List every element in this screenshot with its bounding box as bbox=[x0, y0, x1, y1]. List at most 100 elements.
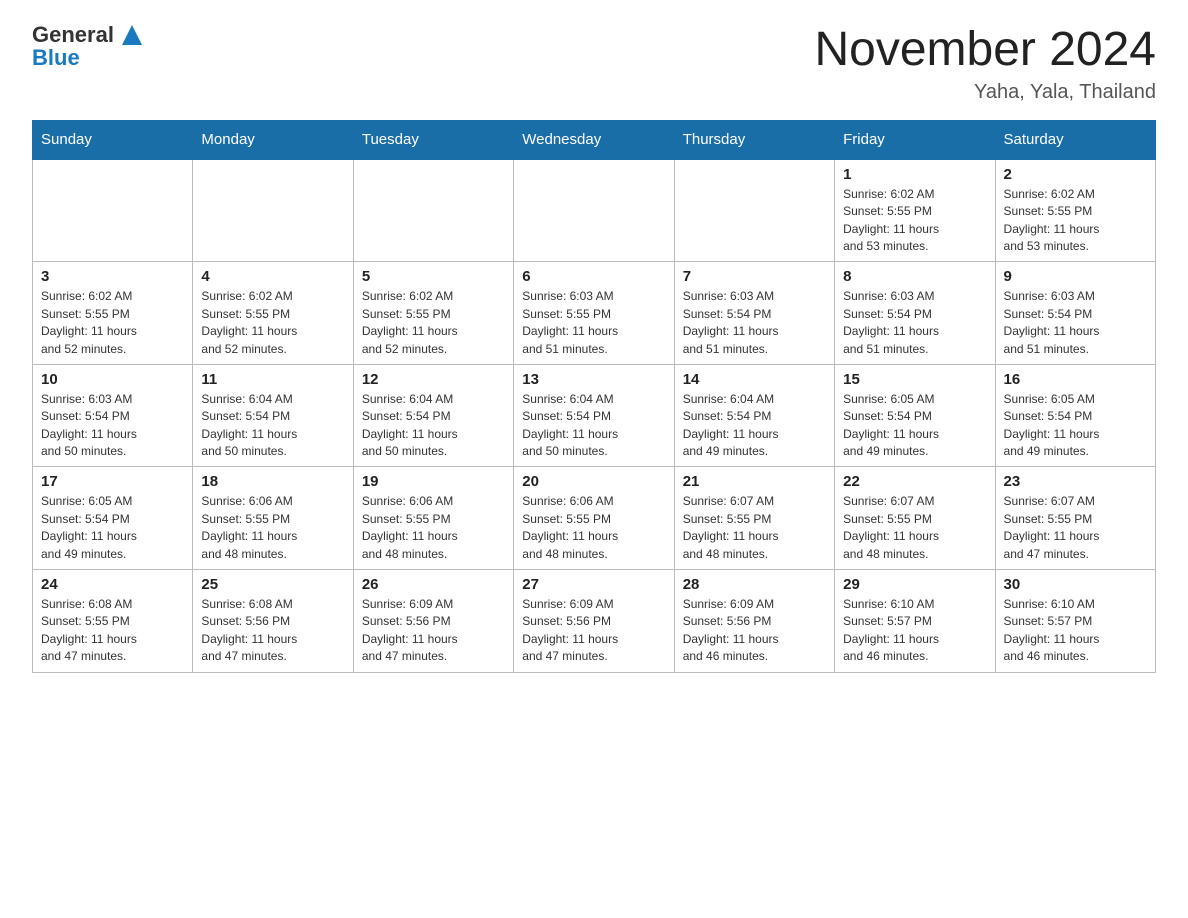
day-number: 26 bbox=[362, 576, 505, 593]
day-info: Sunrise: 6:08 AM Sunset: 5:55 PM Dayligh… bbox=[41, 596, 184, 666]
day-number: 13 bbox=[522, 371, 665, 388]
table-row bbox=[514, 159, 674, 262]
table-row: 16 Sunrise: 6:05 AM Sunset: 5:54 PM Dayli… bbox=[995, 364, 1155, 467]
day-number: 20 bbox=[522, 473, 665, 490]
table-row bbox=[33, 159, 193, 262]
day-number: 1 bbox=[843, 166, 986, 183]
table-row: 27 Sunrise: 6:09 AM Sunset: 5:56 PM Dayli… bbox=[514, 570, 674, 673]
day-info: Sunrise: 6:06 AM Sunset: 5:55 PM Dayligh… bbox=[362, 493, 505, 563]
day-info: Sunrise: 6:04 AM Sunset: 5:54 PM Dayligh… bbox=[362, 391, 505, 461]
day-info: Sunrise: 6:03 AM Sunset: 5:54 PM Dayligh… bbox=[41, 391, 184, 461]
table-row: 25Sunrise: 6:08 AM Sunset: 5:56 PM Dayli… bbox=[193, 570, 353, 673]
day-number: 24 bbox=[41, 576, 184, 593]
day-info: Sunrise: 6:03 AM Sunset: 5:55 PM Dayligh… bbox=[522, 288, 665, 358]
table-row: 22 Sunrise: 6:07 AM Sunset: 5:55 PM Dayli… bbox=[835, 467, 995, 570]
day-info: Sunrise: 6:04 AM Sunset: 5:54 PM Dayligh… bbox=[683, 391, 826, 461]
table-row: 10 Sunrise: 6:03 AM Sunset: 5:54 PM Dayli… bbox=[33, 364, 193, 467]
week-row-5: 24 Sunrise: 6:08 AM Sunset: 5:55 PM Dayli… bbox=[33, 570, 1156, 673]
table-row bbox=[674, 159, 834, 262]
day-info: Sunrise: 6:07 AM Sunset: 5:55 PM Dayligh… bbox=[843, 493, 986, 563]
day-number: 28 bbox=[683, 576, 826, 593]
table-row: 24 Sunrise: 6:08 AM Sunset: 5:55 PM Dayli… bbox=[33, 570, 193, 673]
page-header: General Blue November 2024 Yaha, Yala, T… bbox=[32, 24, 1156, 104]
day-info: Sunrise: 6:05 AM Sunset: 5:54 PM Dayligh… bbox=[1004, 391, 1147, 461]
day-number: 7 bbox=[683, 268, 826, 285]
day-number: 4 bbox=[201, 268, 344, 285]
table-row: 8 Sunrise: 6:03 AM Sunset: 5:54 PM Daylig… bbox=[835, 262, 995, 365]
table-row: 4 Sunrise: 6:02 AM Sunset: 5:55 PM Daylig… bbox=[193, 262, 353, 365]
logo: General Blue bbox=[32, 24, 142, 69]
table-row: 15 Sunrise: 6:05 AM Sunset: 5:54 PM Dayli… bbox=[835, 364, 995, 467]
day-info: Sunrise: 6:04 AM Sunset: 5:54 PM Dayligh… bbox=[522, 391, 665, 461]
day-number: 27 bbox=[522, 576, 665, 593]
day-number: 19 bbox=[362, 473, 505, 490]
day-info: Sunrise: 6:07 AM Sunset: 5:55 PM Dayligh… bbox=[1004, 493, 1147, 563]
col-saturday: Saturday bbox=[995, 120, 1155, 159]
day-number: 12 bbox=[362, 371, 505, 388]
logo-triangle-icon bbox=[122, 25, 142, 45]
table-row: 5 Sunrise: 6:02 AM Sunset: 5:55 PM Daylig… bbox=[353, 262, 513, 365]
day-number: 14 bbox=[683, 371, 826, 388]
day-info: Sunrise: 6:10 AM Sunset: 5:57 PM Dayligh… bbox=[843, 596, 986, 666]
title-section: November 2024 Yaha, Yala, Thailand bbox=[814, 24, 1156, 104]
day-info: Sunrise: 6:09 AM Sunset: 5:56 PM Dayligh… bbox=[683, 596, 826, 666]
table-row: 11 Sunrise: 6:04 AM Sunset: 5:54 PM Dayli… bbox=[193, 364, 353, 467]
week-row-3: 10 Sunrise: 6:03 AM Sunset: 5:54 PM Dayli… bbox=[33, 364, 1156, 467]
day-info: Sunrise: 6:10 AM Sunset: 5:57 PM Dayligh… bbox=[1004, 596, 1147, 666]
table-row: 20 Sunrise: 6:06 AM Sunset: 5:55 PM Dayli… bbox=[514, 467, 674, 570]
col-thursday: Thursday bbox=[674, 120, 834, 159]
calendar-header-row: Sunday Monday Tuesday Wednesday Thursday… bbox=[33, 120, 1156, 159]
day-info: Sunrise: 6:07 AM Sunset: 5:55 PM Dayligh… bbox=[683, 493, 826, 563]
col-wednesday: Wednesday bbox=[514, 120, 674, 159]
day-number: 16 bbox=[1004, 371, 1147, 388]
day-number: 25 bbox=[201, 576, 344, 593]
col-tuesday: Tuesday bbox=[353, 120, 513, 159]
day-info: Sunrise: 6:03 AM Sunset: 5:54 PM Dayligh… bbox=[843, 288, 986, 358]
logo-blue: Blue bbox=[32, 47, 80, 69]
day-number: 15 bbox=[843, 371, 986, 388]
col-friday: Friday bbox=[835, 120, 995, 159]
day-number: 5 bbox=[362, 268, 505, 285]
calendar-title: November 2024 bbox=[814, 24, 1156, 77]
table-row: 19 Sunrise: 6:06 AM Sunset: 5:55 PM Dayli… bbox=[353, 467, 513, 570]
day-number: 11 bbox=[201, 371, 344, 388]
day-number: 22 bbox=[843, 473, 986, 490]
day-info: Sunrise: 6:04 AM Sunset: 5:54 PM Dayligh… bbox=[201, 391, 344, 461]
day-info: Sunrise: 6:05 AM Sunset: 5:54 PM Dayligh… bbox=[843, 391, 986, 461]
table-row: 30Sunrise: 6:10 AM Sunset: 5:57 PM Dayli… bbox=[995, 570, 1155, 673]
table-row: 17Sunrise: 6:05 AM Sunset: 5:54 PM Dayli… bbox=[33, 467, 193, 570]
day-info: Sunrise: 6:06 AM Sunset: 5:55 PM Dayligh… bbox=[522, 493, 665, 563]
table-row: 7 Sunrise: 6:03 AM Sunset: 5:54 PM Daylig… bbox=[674, 262, 834, 365]
day-number: 10 bbox=[41, 371, 184, 388]
day-info: Sunrise: 6:02 AM Sunset: 5:55 PM Dayligh… bbox=[843, 186, 986, 256]
day-info: Sunrise: 6:02 AM Sunset: 5:55 PM Dayligh… bbox=[362, 288, 505, 358]
table-row: 2Sunrise: 6:02 AM Sunset: 5:55 PM Daylig… bbox=[995, 159, 1155, 262]
table-row: 26Sunrise: 6:09 AM Sunset: 5:56 PM Dayli… bbox=[353, 570, 513, 673]
table-row: 9Sunrise: 6:03 AM Sunset: 5:54 PM Daylig… bbox=[995, 262, 1155, 365]
table-row: 13 Sunrise: 6:04 AM Sunset: 5:54 PM Dayli… bbox=[514, 364, 674, 467]
table-row: 29 Sunrise: 6:10 AM Sunset: 5:57 PM Dayli… bbox=[835, 570, 995, 673]
day-info: Sunrise: 6:03 AM Sunset: 5:54 PM Dayligh… bbox=[683, 288, 826, 358]
col-sunday: Sunday bbox=[33, 120, 193, 159]
day-number: 29 bbox=[843, 576, 986, 593]
day-number: 3 bbox=[41, 268, 184, 285]
logo-general: General bbox=[32, 24, 142, 47]
table-row: 14 Sunrise: 6:04 AM Sunset: 5:54 PM Dayli… bbox=[674, 364, 834, 467]
day-info: Sunrise: 6:02 AM Sunset: 5:55 PM Dayligh… bbox=[41, 288, 184, 358]
calendar-subtitle: Yaha, Yala, Thailand bbox=[814, 81, 1156, 104]
day-info: Sunrise: 6:09 AM Sunset: 5:56 PM Dayligh… bbox=[522, 596, 665, 666]
week-row-4: 17Sunrise: 6:05 AM Sunset: 5:54 PM Dayli… bbox=[33, 467, 1156, 570]
table-row: 1 Sunrise: 6:02 AM Sunset: 5:55 PM Daylig… bbox=[835, 159, 995, 262]
week-row-2: 3 Sunrise: 6:02 AM Sunset: 5:55 PM Daylig… bbox=[33, 262, 1156, 365]
day-number: 8 bbox=[843, 268, 986, 285]
table-row: 3 Sunrise: 6:02 AM Sunset: 5:55 PM Daylig… bbox=[33, 262, 193, 365]
col-monday: Monday bbox=[193, 120, 353, 159]
day-number: 18 bbox=[201, 473, 344, 490]
table-row bbox=[353, 159, 513, 262]
day-info: Sunrise: 6:02 AM Sunset: 5:55 PM Dayligh… bbox=[201, 288, 344, 358]
day-number: 2 bbox=[1004, 166, 1147, 183]
table-row: 28 Sunrise: 6:09 AM Sunset: 5:56 PM Dayli… bbox=[674, 570, 834, 673]
day-number: 17 bbox=[41, 473, 184, 490]
day-number: 6 bbox=[522, 268, 665, 285]
table-row bbox=[193, 159, 353, 262]
